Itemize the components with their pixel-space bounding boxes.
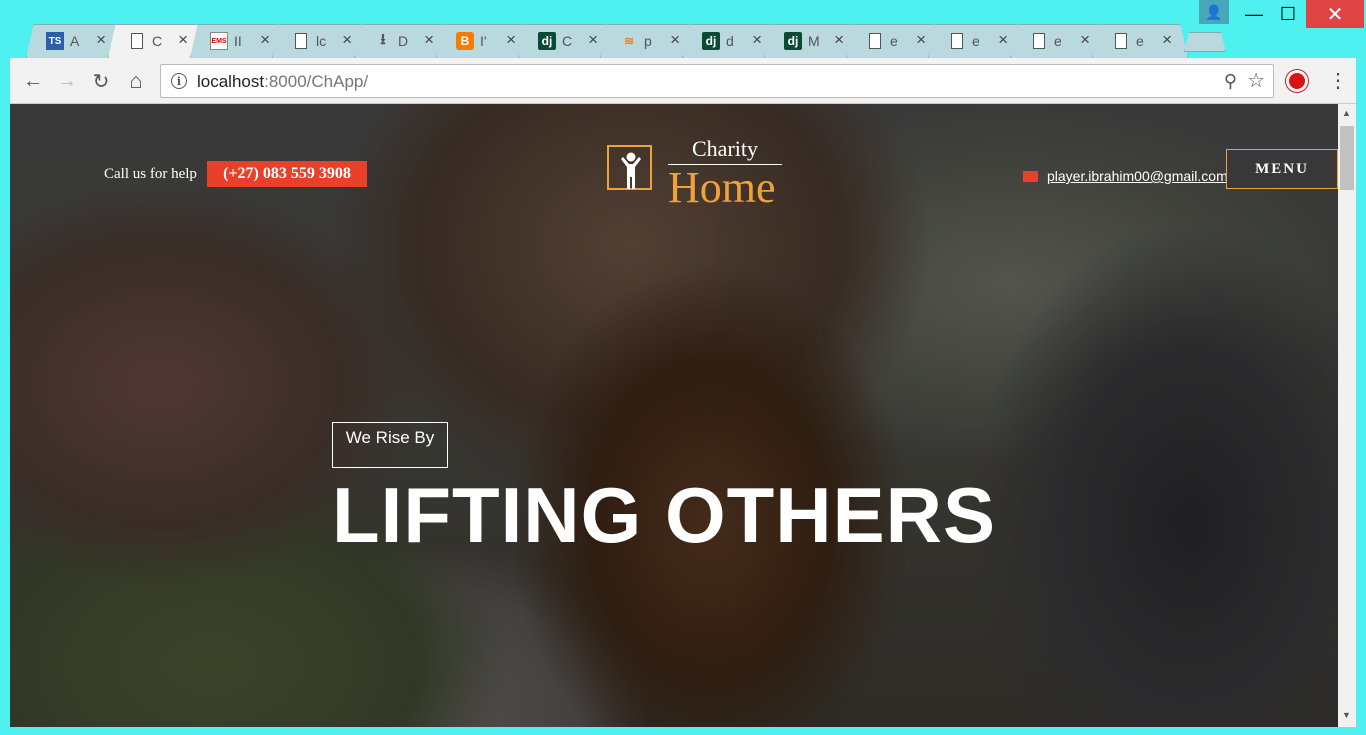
address-bar[interactable]: i localhost:8000/ChApp/ ⚲ ☆ [160,64,1274,98]
home-button[interactable]: ⌂ [123,68,149,94]
brand-home[interactable]: Home [668,162,788,213]
tab-strip: TS A × C × EMS II × lc × ⭳ D × B I' × dj C × ≋ p × dj d × dj M × e × e… [0,0,1366,60]
tab-title: C [152,33,163,49]
tab-title: D [398,33,409,49]
blogger-icon: B [456,32,474,50]
close-window-button[interactable]: ✕ [1306,0,1364,28]
url-path: :8000/ChApp/ [264,72,369,91]
browser-toolbar: ← → ↻ ⌂ i localhost:8000/ChApp/ ⚲ ☆ ⋮ [10,58,1356,104]
stackoverflow-icon: ≋ [623,34,635,48]
tab-title: I' [480,33,487,49]
ts-icon: TS [46,32,64,50]
phone-number[interactable]: (+27) 083 559 3908 [207,161,367,187]
django-icon: dj [538,32,556,50]
user-profile-icon[interactable]: 👤 [1199,0,1229,24]
tab-close-icon[interactable]: × [834,31,844,49]
maximize-button[interactable]: ☐ [1272,0,1304,28]
back-button[interactable]: ← [20,68,46,94]
tab-close-icon[interactable]: × [916,31,926,49]
tab-title: lc [316,33,327,49]
tab-title: A [70,33,80,49]
tab-title: M [808,33,820,49]
tab-close-icon[interactable]: × [1162,31,1172,49]
browser-menu-icon[interactable]: ⋮ [1328,68,1348,93]
tab-close-icon[interactable]: × [424,31,434,49]
extension-icon[interactable] [1286,70,1308,92]
tab-close-icon[interactable]: × [178,31,188,49]
window-frame-bottom [0,727,1366,735]
minimize-button[interactable]: — [1238,0,1270,28]
tab-close-icon[interactable]: × [506,31,516,49]
tab-title: e [890,33,898,49]
tab-title: II [234,33,242,49]
tab-title: d [726,33,734,49]
forward-button[interactable]: → [54,68,80,94]
tab-close-icon[interactable]: × [998,31,1008,49]
tab-close-icon[interactable]: × [588,31,598,49]
info-icon[interactable]: i [171,73,187,89]
url-text[interactable]: localhost:8000/ChApp/ [197,72,368,92]
tab-close-icon[interactable]: × [260,31,270,49]
mail-icon [1023,171,1038,182]
url-host: localhost [197,72,265,91]
ems-icon: EMS [210,32,228,50]
zoom-icon[interactable]: ⚲ [1224,71,1237,92]
document-icon [1033,33,1045,49]
document-icon [951,33,963,49]
tagline-box: We Rise By [332,422,448,468]
new-tab-button[interactable] [1184,32,1226,52]
browser-tab[interactable]: e × [1092,24,1188,58]
tab-title: e [972,33,980,49]
document-icon [869,33,881,49]
email-link[interactable]: player.ibrahim00@gmail.com [1047,168,1227,184]
reload-button[interactable]: ↻ [88,68,114,94]
tab-title: p [644,33,652,49]
logo-icon[interactable] [607,145,652,190]
bookmark-star-icon[interactable]: ☆ [1247,68,1265,93]
scroll-thumb[interactable] [1340,126,1354,190]
tab-close-icon[interactable]: × [342,31,352,49]
django-icon: dj [702,32,720,50]
brand-charity: Charity [668,136,782,165]
tab-close-icon[interactable]: × [1080,31,1090,49]
tab-close-icon[interactable]: × [752,31,762,49]
tab-close-icon[interactable]: × [96,31,106,49]
call-label: Call us for help [104,166,197,182]
page-hero: Call us for help (+27) 083 559 3908 Char… [10,104,1338,727]
document-icon [1115,33,1127,49]
tab-close-icon[interactable]: × [670,31,680,49]
menu-button[interactable]: MENU [1226,149,1338,189]
tab-title: C [562,33,573,49]
django-icon: dj [784,32,802,50]
person-icon [621,152,641,189]
scroll-up-icon[interactable]: ▲ [1342,108,1351,118]
scroll-down-icon[interactable]: ▼ [1342,710,1351,720]
document-icon [131,33,143,49]
tab-title: e [1136,33,1144,49]
hero-headline: LIFTING OTHERS [332,471,996,559]
download-icon: ⭳ [380,30,386,48]
document-icon [295,33,307,49]
scrollbar[interactable]: ▲ ▼ [1338,104,1356,727]
tab-title: e [1054,33,1062,49]
